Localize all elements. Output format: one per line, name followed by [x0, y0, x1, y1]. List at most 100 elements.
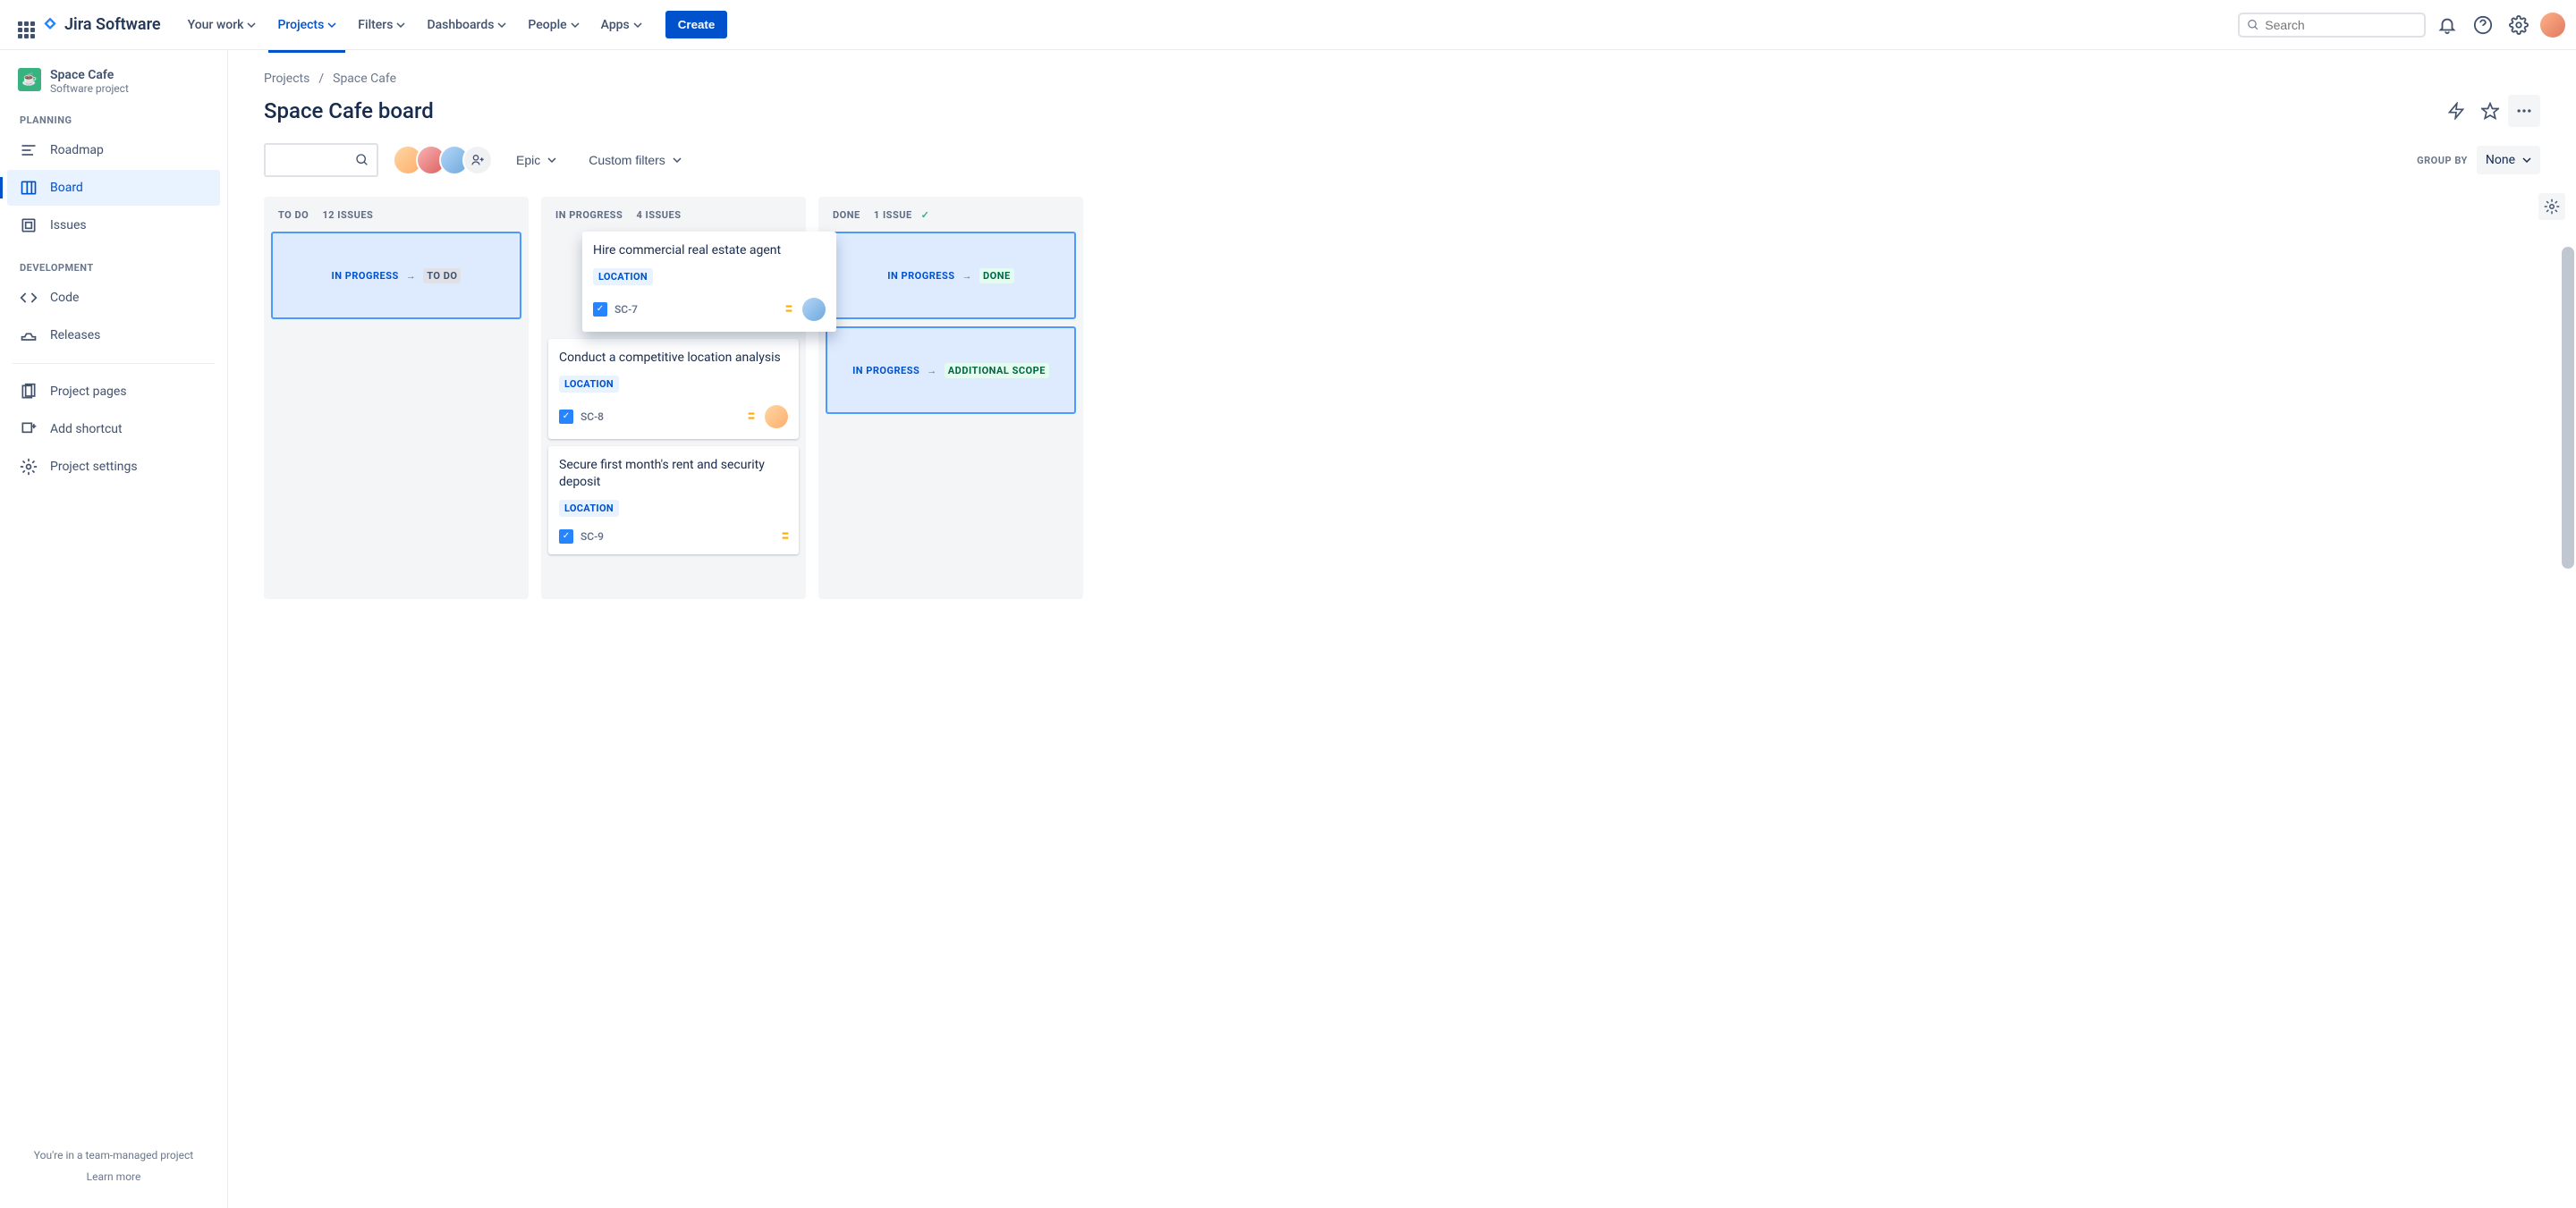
- sidebar-item-roadmap[interactable]: Roadmap: [7, 132, 220, 168]
- roadmap-icon: [20, 141, 38, 159]
- sidebar-item-issues[interactable]: Issues: [7, 207, 220, 243]
- help-icon: [2473, 15, 2493, 35]
- search-icon: [355, 153, 369, 167]
- issue-tag: LOCATION: [593, 268, 653, 285]
- group-by-control: GROUP BY None: [2417, 146, 2540, 174]
- transition-todo[interactable]: IN PROGRESS → TO DO: [271, 232, 521, 319]
- add-shortcut-icon: [20, 420, 38, 438]
- add-member-button[interactable]: [462, 145, 493, 175]
- column-inprogress[interactable]: IN PROGRESS 4 ISSUES Hire commercial rea…: [541, 197, 806, 599]
- add-person-icon: [470, 153, 485, 167]
- nav-your-work[interactable]: Your work: [179, 11, 266, 39]
- issue-title: Secure first month's rent and security d…: [559, 457, 788, 491]
- breadcrumb-root[interactable]: Projects: [264, 72, 309, 86]
- chevron-down-icon: [327, 21, 336, 30]
- pages-icon: [20, 383, 38, 401]
- releases-icon: [20, 326, 38, 344]
- notifications-button[interactable]: [2433, 11, 2462, 39]
- chevron-down-icon: [497, 21, 506, 30]
- issues-icon: [20, 216, 38, 234]
- column-done[interactable]: DONE 1 ISSUE ✓ IN PROGRESS → DONE IN PRO…: [818, 197, 1083, 599]
- custom-filters[interactable]: Custom filters: [580, 146, 691, 174]
- sidebar-item-add-shortcut[interactable]: Add shortcut: [7, 411, 220, 447]
- group-by-label: GROUP BY: [2417, 155, 2468, 166]
- divider: [13, 363, 215, 364]
- configure-board-button[interactable]: [2538, 193, 2565, 220]
- search-input[interactable]: [2265, 18, 2417, 32]
- issue-key[interactable]: SC-7: [614, 303, 638, 316]
- project-header[interactable]: ☕ Space Cafe Software project: [7, 68, 220, 109]
- issue-tag: LOCATION: [559, 376, 619, 393]
- nav-people[interactable]: People: [519, 11, 588, 39]
- sidebar-footer: You're in a team-managed project Learn m…: [7, 1142, 220, 1190]
- star-icon: [2481, 102, 2499, 120]
- footer-text: You're in a team-managed project: [14, 1149, 213, 1162]
- global-search[interactable]: [2238, 13, 2426, 38]
- nav-filters[interactable]: Filters: [349, 11, 414, 39]
- breadcrumb-project[interactable]: Space Cafe: [333, 72, 396, 86]
- sidebar-item-project-settings[interactable]: Project settings: [7, 449, 220, 485]
- code-icon: [20, 289, 38, 307]
- transition-scope[interactable]: IN PROGRESS → ADDITIONAL SCOPE: [826, 326, 1076, 414]
- assignee-avatar[interactable]: [802, 298, 826, 321]
- settings-button[interactable]: [2504, 11, 2533, 39]
- learn-more-link[interactable]: Learn more: [14, 1170, 213, 1183]
- project-name: Space Cafe: [50, 68, 129, 82]
- scrollbar[interactable]: [2562, 247, 2574, 569]
- star-button[interactable]: [2474, 95, 2506, 127]
- issue-tag: LOCATION: [559, 500, 619, 517]
- more-button[interactable]: [2508, 95, 2540, 127]
- arrow-icon: →: [962, 270, 973, 282]
- bell-icon: [2437, 15, 2457, 35]
- nav-dashboards[interactable]: Dashboards: [418, 11, 515, 39]
- section-development: DEVELOPMENT: [7, 257, 220, 279]
- sidebar-item-board[interactable]: Board: [7, 170, 220, 206]
- main-content: Projects / Space Cafe Space Cafe board: [228, 50, 2576, 1208]
- board-search[interactable]: [264, 143, 378, 177]
- sidebar-item-code[interactable]: Code: [7, 280, 220, 316]
- issue-title: Hire commercial real estate agent: [593, 242, 826, 259]
- issue-card[interactable]: Conduct a competitive location analysis …: [548, 339, 799, 439]
- sidebar-item-releases[interactable]: Releases: [7, 317, 220, 353]
- epic-filter[interactable]: Epic: [507, 146, 565, 174]
- project-type: Software project: [50, 82, 129, 95]
- nav-items: Your work Projects Filters Dashboards Pe…: [179, 11, 728, 39]
- gear-icon: [20, 458, 38, 476]
- breadcrumb: Projects / Space Cafe: [264, 72, 2540, 86]
- create-button[interactable]: Create: [665, 11, 728, 38]
- chevron-down-icon: [571, 21, 580, 30]
- transition-done[interactable]: IN PROGRESS → DONE: [826, 232, 1076, 319]
- issue-card[interactable]: Hire commercial real estate agent LOCATI…: [582, 232, 836, 332]
- dots-icon: [2515, 102, 2533, 120]
- chevron-down-icon: [547, 156, 556, 165]
- issue-card[interactable]: Secure first month's rent and security d…: [548, 446, 799, 554]
- issue-title: Conduct a competitive location analysis: [559, 350, 788, 367]
- automation-button[interactable]: [2440, 95, 2472, 127]
- logo-text: Jira Software: [64, 15, 161, 34]
- chevron-down-icon: [633, 21, 642, 30]
- board-icon: [20, 179, 38, 197]
- sidebar-item-project-pages[interactable]: Project pages: [7, 374, 220, 410]
- group-by-select[interactable]: None: [2477, 146, 2540, 174]
- app-switcher-icon[interactable]: [11, 14, 32, 36]
- nav-apps[interactable]: Apps: [592, 11, 651, 39]
- section-planning: PLANNING: [7, 109, 220, 131]
- profile-avatar[interactable]: [2540, 13, 2565, 38]
- chevron-down-icon: [396, 21, 405, 30]
- task-icon: ✓: [559, 410, 573, 424]
- gear-icon: [2509, 15, 2529, 35]
- nav-right: [2238, 11, 2565, 39]
- nav-projects[interactable]: Projects: [268, 11, 345, 39]
- issue-key[interactable]: SC-9: [580, 530, 604, 543]
- help-button[interactable]: [2469, 11, 2497, 39]
- column-todo[interactable]: TO DO 12 ISSUES IN PROGRESS → TO DO: [264, 197, 529, 599]
- column-header: IN PROGRESS 4 ISSUES: [547, 209, 801, 232]
- assignee-avatar[interactable]: [765, 405, 788, 428]
- jira-logo[interactable]: Jira Software: [41, 15, 161, 34]
- arrow-icon: →: [406, 270, 417, 282]
- chevron-down-icon: [673, 156, 682, 165]
- issue-key[interactable]: SC-8: [580, 410, 604, 423]
- breadcrumb-separator: /: [318, 72, 324, 86]
- column-header: TO DO 12 ISSUES: [269, 209, 523, 232]
- top-nav: Jira Software Your work Projects Filters…: [0, 0, 2576, 50]
